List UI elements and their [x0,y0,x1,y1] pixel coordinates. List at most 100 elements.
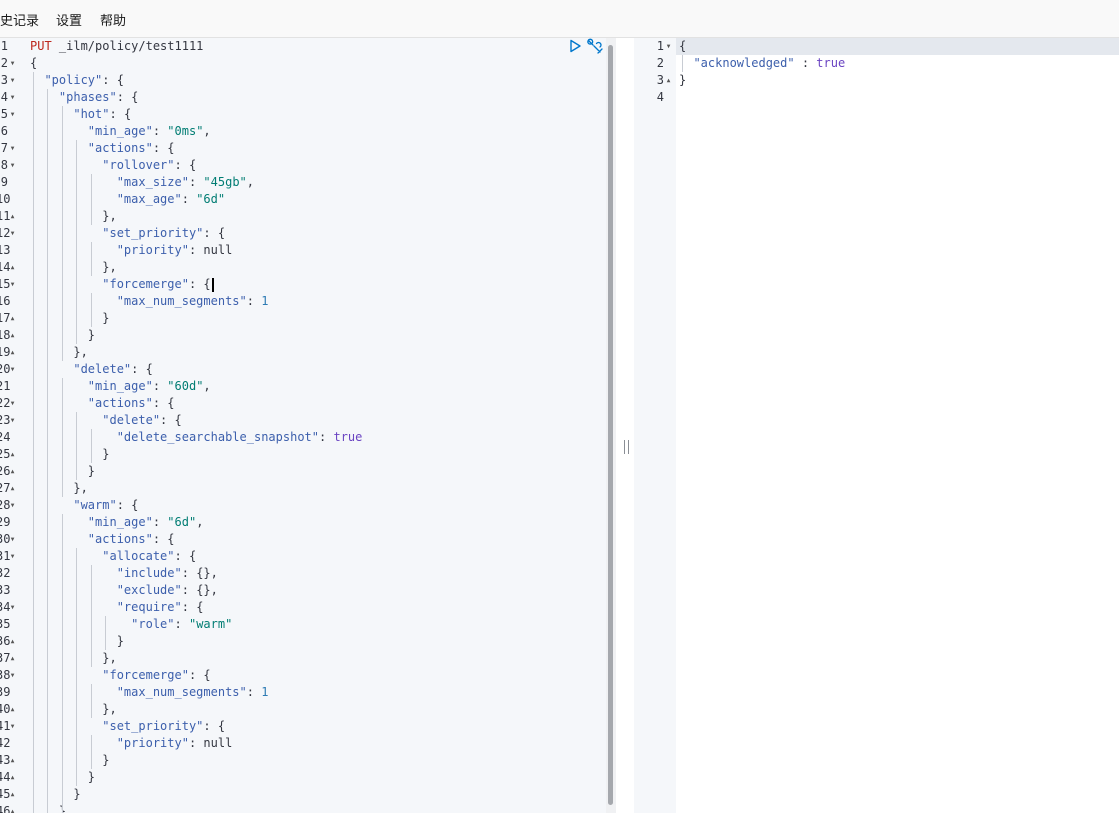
code-line[interactable]: "warm": { [30,497,138,514]
code-line[interactable]: "delete": { [30,412,181,429]
fold-collapse-icon[interactable]: ▼ [8,667,17,684]
fold-collapse-icon[interactable]: ▼ [8,157,17,174]
code-line[interactable]: "min_age": "60d", [30,378,211,395]
fold-collapse-icon[interactable]: ▼ [8,412,17,429]
request-scrollbar-thumb[interactable] [608,45,613,805]
line-number: 16 [0,294,11,308]
indent-guide [61,378,63,497]
menu-help[interactable]: 帮助 [100,10,126,29]
code-line[interactable]: "max_num_segments": 1 [30,684,269,701]
fold-collapse-icon[interactable]: ▼ [8,89,17,106]
code-line[interactable]: "policy": { [30,72,123,89]
code-line[interactable]: } [30,752,109,769]
code-line[interactable]: "actions": { [30,531,175,548]
fold-collapse-icon[interactable]: ▼ [8,72,17,89]
code-line[interactable]: "max_num_segments": 1 [30,293,269,310]
indent-guide [90,735,92,769]
fold-collapse-icon[interactable]: ▼ [8,531,17,548]
fold-expand-icon[interactable]: ▲ [8,803,17,813]
code-line[interactable]: "min_age": "6d", [30,514,204,531]
fold-expand-icon[interactable]: ▲ [8,463,17,480]
fold-expand-icon[interactable]: ▲ [8,327,17,344]
code-line[interactable]: "priority": null [30,242,233,259]
code-line[interactable]: "phases": { [30,89,138,106]
wrench-icon[interactable] [586,38,604,54]
fold-expand-icon[interactable]: ▲ [664,72,673,89]
code-line[interactable]: "require": { [30,599,204,616]
text-cursor [211,277,214,292]
line-number: 7 ▼ [0,140,17,157]
code-line[interactable]: "set_priority": { [30,225,225,242]
fold-expand-icon[interactable]: ▲ [8,633,17,650]
code-line[interactable]: }, [30,480,87,497]
splitter-handle[interactable] [624,440,629,454]
fold-expand-icon[interactable]: ▲ [8,310,17,327]
line-number: 15▼ [0,276,17,293]
code-line[interactable]: "actions": { [30,395,175,412]
line-number: 3 ▲ [652,72,673,89]
fold-collapse-icon[interactable]: ▼ [8,599,17,616]
fold-collapse-icon[interactable]: ▼ [8,106,17,123]
request-editor[interactable]: PUT _ilm/policy/test1111{ "policy": { "p… [0,38,616,813]
code-line[interactable]: "rollover": { [30,157,196,174]
run-request-icon[interactable] [568,39,582,53]
code-line[interactable]: } [30,786,80,803]
code-line[interactable]: "max_size": "45gb", [30,174,254,191]
code-line[interactable]: "hot": { [30,106,131,123]
code-line[interactable]: "max_age": "6d" [30,191,225,208]
code-line[interactable]: "min_age": "0ms", [30,123,211,140]
code-line[interactable]: } [30,446,109,463]
line-number: 43▲ [0,752,17,769]
code-line[interactable]: "set_priority": { [30,718,225,735]
menu-history[interactable]: 历史记录 [0,10,39,29]
fold-expand-icon[interactable]: ▲ [8,752,17,769]
fold-collapse-icon[interactable]: ▼ [8,225,17,242]
fold-expand-icon[interactable]: ▲ [8,769,17,786]
line-number: 27▲ [0,480,17,497]
fold-expand-icon[interactable]: ▲ [8,701,17,718]
code-line[interactable]: }, [30,701,116,718]
code-line[interactable]: "role": "warm" [30,616,232,633]
code-line[interactable]: "include": {}, [30,565,218,582]
request-code-area[interactable]: PUT _ilm/policy/test1111{ "policy": { "p… [27,38,603,813]
fold-expand-icon[interactable]: ▲ [8,480,17,497]
fold-collapse-icon[interactable]: ▼ [8,276,17,293]
code-line[interactable]: "forcemerge": { [30,667,210,684]
code-line[interactable]: "allocate": { [30,548,196,565]
code-line[interactable]: "delete_searchable_snapshot": true [30,429,363,446]
code-line[interactable]: { [30,55,37,72]
line-number: 40▲ [0,701,17,718]
menu-settings[interactable]: 设置 [56,10,82,29]
fold-collapse-icon[interactable]: ▼ [8,361,17,378]
code-line[interactable]: }, [30,650,116,667]
indent-guide [90,293,92,327]
request-line[interactable]: PUT _ilm/policy/test1111 [30,38,203,55]
fold-collapse-icon[interactable]: ▼ [8,395,17,412]
fold-collapse-icon[interactable]: ▼ [664,38,673,55]
line-number: 39 [0,685,11,699]
fold-expand-icon[interactable]: ▲ [8,259,17,276]
fold-collapse-icon[interactable]: ▼ [8,718,17,735]
code-line[interactable]: "actions": { [30,140,175,157]
fold-collapse-icon[interactable]: ▼ [8,548,17,565]
fold-expand-icon[interactable]: ▲ [8,344,17,361]
code-line[interactable]: }, [30,208,116,225]
fold-collapse-icon[interactable]: ▼ [8,140,17,157]
code-line[interactable]: "priority": null [30,735,233,752]
code-line[interactable]: }, [30,344,87,361]
fold-expand-icon[interactable]: ▲ [8,446,17,463]
code-line[interactable]: }, [30,259,116,276]
fold-expand-icon[interactable]: ▲ [8,786,17,803]
fold-expand-icon[interactable]: ▲ [8,650,17,667]
fold-collapse-icon[interactable]: ▼ [8,497,17,514]
fold-expand-icon[interactable]: ▲ [8,208,17,225]
pane-splitter[interactable] [616,38,634,813]
code-line[interactable]: "forcemerge": { [30,276,214,293]
line-number: 42 [0,736,11,750]
code-line[interactable]: } [30,310,109,327]
code-line[interactable]: "exclude": {}, [30,582,218,599]
indent-guide [90,242,92,276]
fold-collapse-icon[interactable]: ▼ [8,55,17,72]
line-number: 2 ▼ [0,55,17,72]
line-number: 45▲ [0,786,17,803]
